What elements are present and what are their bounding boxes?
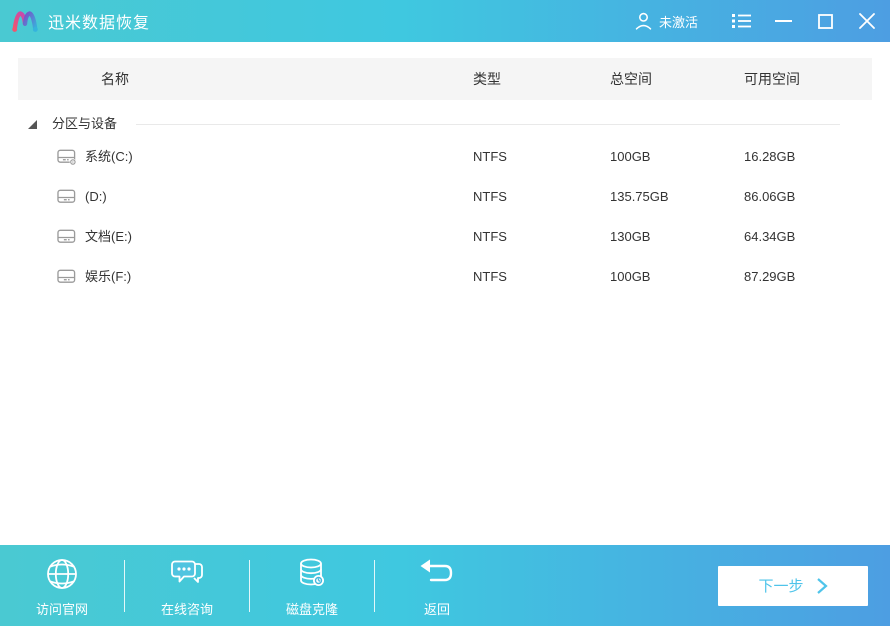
action-label: 磁盘克隆: [285, 601, 338, 617]
drive-total: 135.75GB: [610, 189, 669, 204]
drive-total: 130GB: [610, 229, 651, 244]
drive-name: 娱乐(F:): [85, 269, 132, 284]
maximize-button[interactable]: [808, 0, 842, 42]
action-label: 在线咨询: [160, 601, 213, 617]
visit-website-button[interactable]: 访问官网: [0, 545, 124, 626]
app-window: 迅米数据恢复 未激活 名称 类型 总空间 可用空间 分区与设备 系统(C:) N…: [0, 0, 890, 626]
globe-icon: [47, 558, 77, 589]
back-button[interactable]: 返回: [375, 545, 499, 626]
return-arrow-icon: [420, 559, 453, 581]
action-label: 访问官网: [35, 601, 88, 617]
drive-name: (D:): [85, 189, 107, 204]
column-header-total: 总空间: [610, 71, 652, 87]
action-label: 返回: [423, 601, 450, 617]
app-title: 迅米数据恢复: [48, 15, 151, 32]
drive-free: 16.28GB: [744, 149, 796, 164]
drive-icon: [57, 229, 76, 243]
drive-name: 系统(C:): [85, 149, 133, 164]
drive-list: 系统(C:) NTFS 100GB 16.28GB (D:) NTFS 135.…: [0, 137, 890, 297]
task-list-icon: [731, 14, 751, 28]
table-header: 名称 类型 总空间 可用空间: [18, 58, 872, 100]
next-step-button[interactable]: 下一步: [718, 565, 868, 606]
tree-group-label[interactable]: 分区与设备: [52, 109, 117, 139]
activation-status-button[interactable]: 未激活: [635, 12, 698, 31]
drive-type: NTFS: [473, 269, 507, 284]
maximize-icon: [817, 13, 833, 29]
column-header-name: 名称: [101, 71, 129, 87]
next-step-label: 下一步: [758, 578, 804, 595]
drive-icon: [57, 189, 76, 203]
minimize-icon: [774, 20, 792, 22]
drive-free: 64.34GB: [744, 229, 796, 244]
online-support-button[interactable]: 在线咨询: [125, 545, 249, 626]
system-drive-icon: [57, 149, 77, 166]
close-icon: [859, 13, 875, 29]
drive-type: NTFS: [473, 229, 507, 244]
bottom-toolbar: 访问官网 在线咨询 磁盘克隆 返回 下一步: [0, 545, 890, 626]
drive-total: 100GB: [610, 149, 651, 164]
chat-icon: [171, 560, 203, 583]
table-row-drive-f[interactable]: 娱乐(F:) NTFS 100GB 87.29GB: [0, 257, 890, 297]
close-button[interactable]: [850, 0, 884, 42]
table-row-drive-c[interactable]: 系统(C:) NTFS 100GB 16.28GB: [0, 137, 890, 177]
drive-type: NTFS: [473, 189, 507, 204]
tree-group-divider: [136, 124, 840, 125]
table-row-drive-d[interactable]: (D:) NTFS 135.75GB 86.06GB: [0, 177, 890, 217]
drive-type: NTFS: [473, 149, 507, 164]
task-list-button[interactable]: [724, 0, 758, 42]
drive-name: 文档(E:): [85, 229, 132, 244]
drive-total: 100GB: [610, 269, 651, 284]
user-icon: [635, 12, 652, 30]
column-header-free: 可用空间: [744, 71, 800, 87]
table-row-drive-e[interactable]: 文档(E:) NTFS 130GB 64.34GB: [0, 217, 890, 257]
app-logo-m-icon: [12, 11, 38, 32]
drive-icon: [57, 269, 76, 283]
disk-clone-button[interactable]: 磁盘克隆: [250, 545, 374, 626]
disk-clone-icon: [300, 558, 324, 586]
tree-group-row: 分区与设备: [0, 109, 890, 139]
chevron-right-icon: [816, 577, 828, 594]
titlebar: 迅米数据恢复 未激活: [0, 0, 890, 42]
drive-free: 87.29GB: [744, 269, 796, 284]
column-header-type: 类型: [473, 71, 501, 87]
drive-free: 86.06GB: [744, 189, 796, 204]
activation-status-label: 未激活: [658, 14, 698, 30]
tree-expand-toggle-icon[interactable]: [27, 117, 39, 131]
minimize-button[interactable]: [766, 0, 800, 42]
